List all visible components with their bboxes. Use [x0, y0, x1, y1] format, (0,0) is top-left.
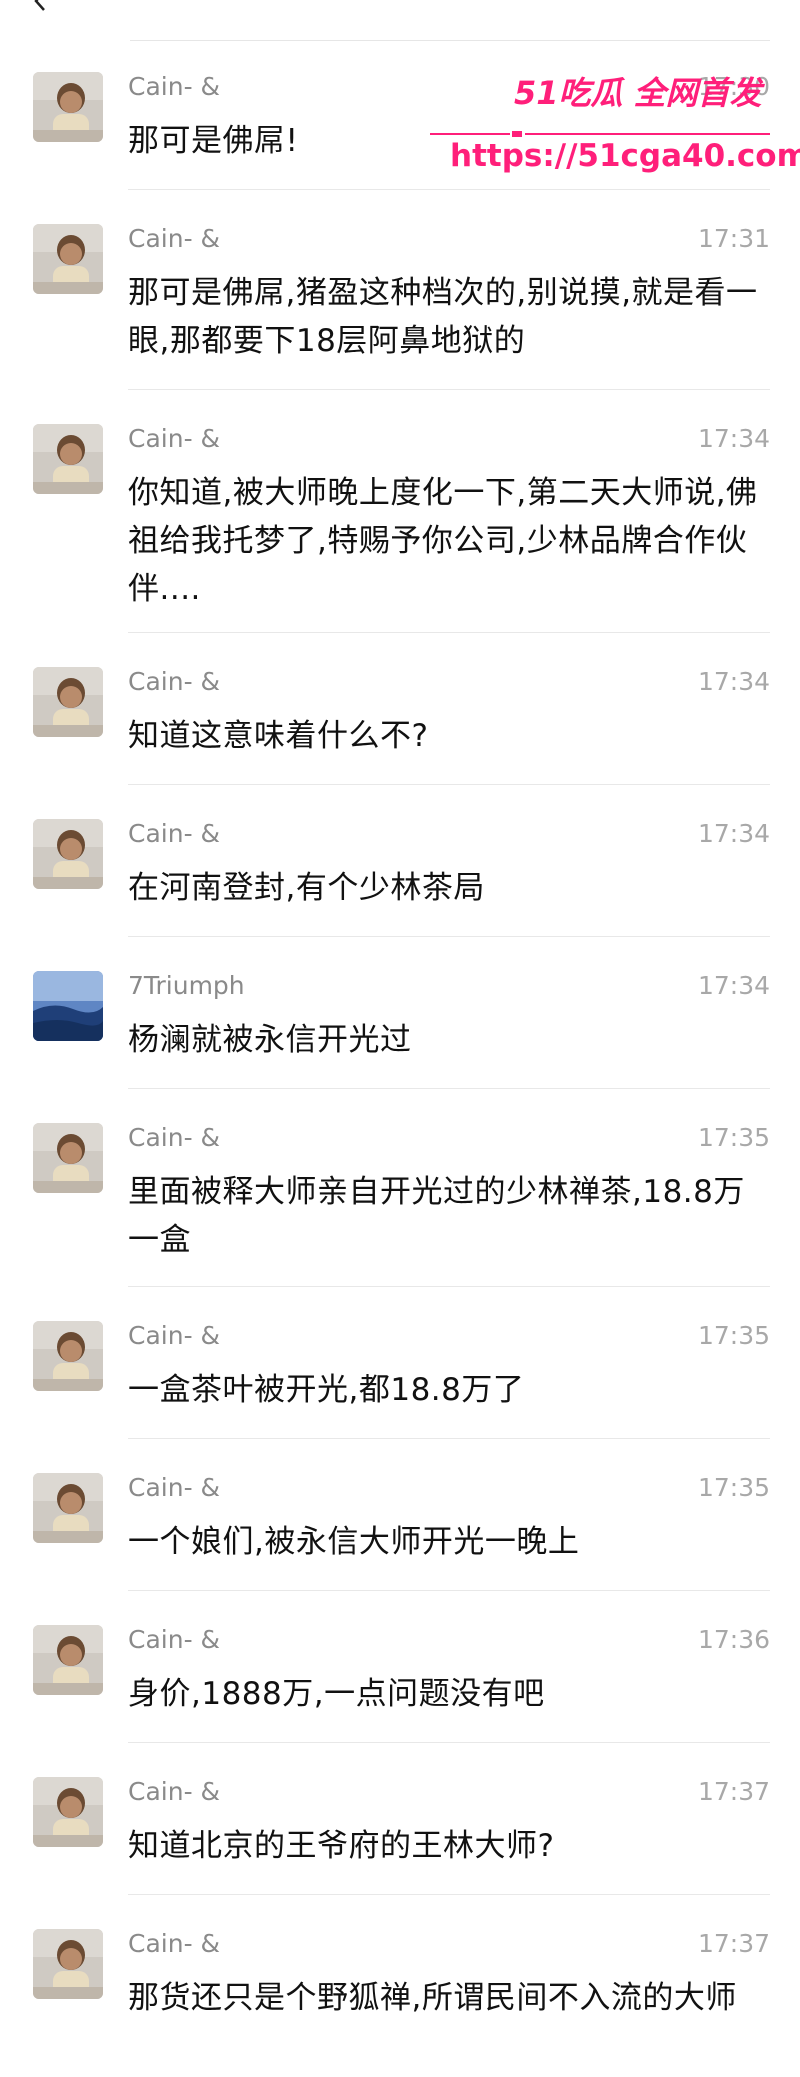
sender-name: Cain- & — [128, 72, 221, 101]
message-text: 你知道,被大师晚上度化一下,第二天大师说,佛祖给我托梦了,特赐予你公司,少林品牌… — [128, 475, 758, 607]
message-text: 知道北京的王爷府的王林大师? — [128, 1828, 555, 1864]
sender-name: Cain- & — [128, 819, 221, 848]
avatar[interactable] — [33, 667, 103, 737]
message-time: 17:35 — [697, 1473, 770, 1502]
divider — [128, 1088, 770, 1089]
divider — [130, 40, 770, 41]
sender-name: Cain- & — [128, 424, 221, 453]
avatar[interactable] — [33, 1123, 103, 1193]
message-time: 17:31 — [697, 224, 770, 253]
avatar[interactable] — [33, 1929, 103, 1999]
message-text: 一个娘们,被永信大师开光一晚上 — [128, 1524, 580, 1560]
sender-name: Cain- & — [128, 1625, 221, 1654]
message-time: 17:34 — [697, 667, 770, 696]
message-time: 17:30 — [697, 72, 770, 101]
message-time: 17:34 — [697, 424, 770, 453]
divider — [128, 189, 770, 190]
sender-name: Cain- & — [128, 1777, 221, 1806]
back-arrow-icon[interactable] — [28, 0, 50, 12]
avatar[interactable] — [33, 1321, 103, 1391]
divider — [128, 1590, 770, 1591]
divider — [128, 389, 770, 390]
message-text: 知道这意味着什么不? — [128, 718, 429, 754]
sender-name: 7Triumph — [128, 971, 245, 1000]
avatar[interactable] — [33, 1625, 103, 1695]
divider — [128, 1742, 770, 1743]
message-time: 17:37 — [697, 1777, 770, 1806]
message-text: 那货还只是个野狐禅,所谓民间不入流的大师 — [128, 1980, 737, 2016]
message-time: 17:36 — [697, 1625, 770, 1654]
message-text: 那可是佛屌! — [128, 123, 299, 159]
message-time: 17:37 — [697, 1929, 770, 1958]
sender-name: Cain- & — [128, 1929, 221, 1958]
avatar[interactable] — [33, 819, 103, 889]
divider — [128, 784, 770, 785]
message-time: 17:35 — [697, 1321, 770, 1350]
avatar[interactable] — [33, 1473, 103, 1543]
divider — [128, 1286, 770, 1287]
avatar[interactable] — [33, 72, 103, 142]
divider — [128, 632, 770, 633]
sender-name: Cain- & — [128, 1321, 221, 1350]
message-text: 里面被释大师亲自开光过的少林禅茶,18.8万一盒 — [128, 1174, 745, 1258]
sender-name: Cain- & — [128, 1123, 221, 1152]
message-time: 17:35 — [697, 1123, 770, 1152]
sender-name: Cain- & — [128, 224, 221, 253]
divider — [128, 936, 770, 937]
divider — [128, 1894, 770, 1895]
message-time: 17:34 — [697, 971, 770, 1000]
message-text: 在河南登封,有个少林茶局 — [128, 870, 485, 906]
avatar[interactable] — [33, 424, 103, 494]
avatar[interactable] — [33, 224, 103, 294]
message-text: 那可是佛屌,猪盈这种档次的,别说摸,就是看一眼,那都要下18层阿鼻地狱的 — [128, 275, 758, 359]
sender-name: Cain- & — [128, 1473, 221, 1502]
message-text: 杨澜就被永信开光过 — [128, 1022, 412, 1058]
message-time: 17:34 — [697, 819, 770, 848]
chat-header — [0, 0, 800, 41]
avatar[interactable] — [33, 1777, 103, 1847]
avatar[interactable] — [33, 971, 103, 1041]
message-text: 身价,1888万,一点问题没有吧 — [128, 1676, 545, 1712]
message-text: 一盒茶叶被开光,都18.8万了 — [128, 1372, 525, 1408]
sender-name: Cain- & — [128, 667, 221, 696]
divider — [128, 1438, 770, 1439]
